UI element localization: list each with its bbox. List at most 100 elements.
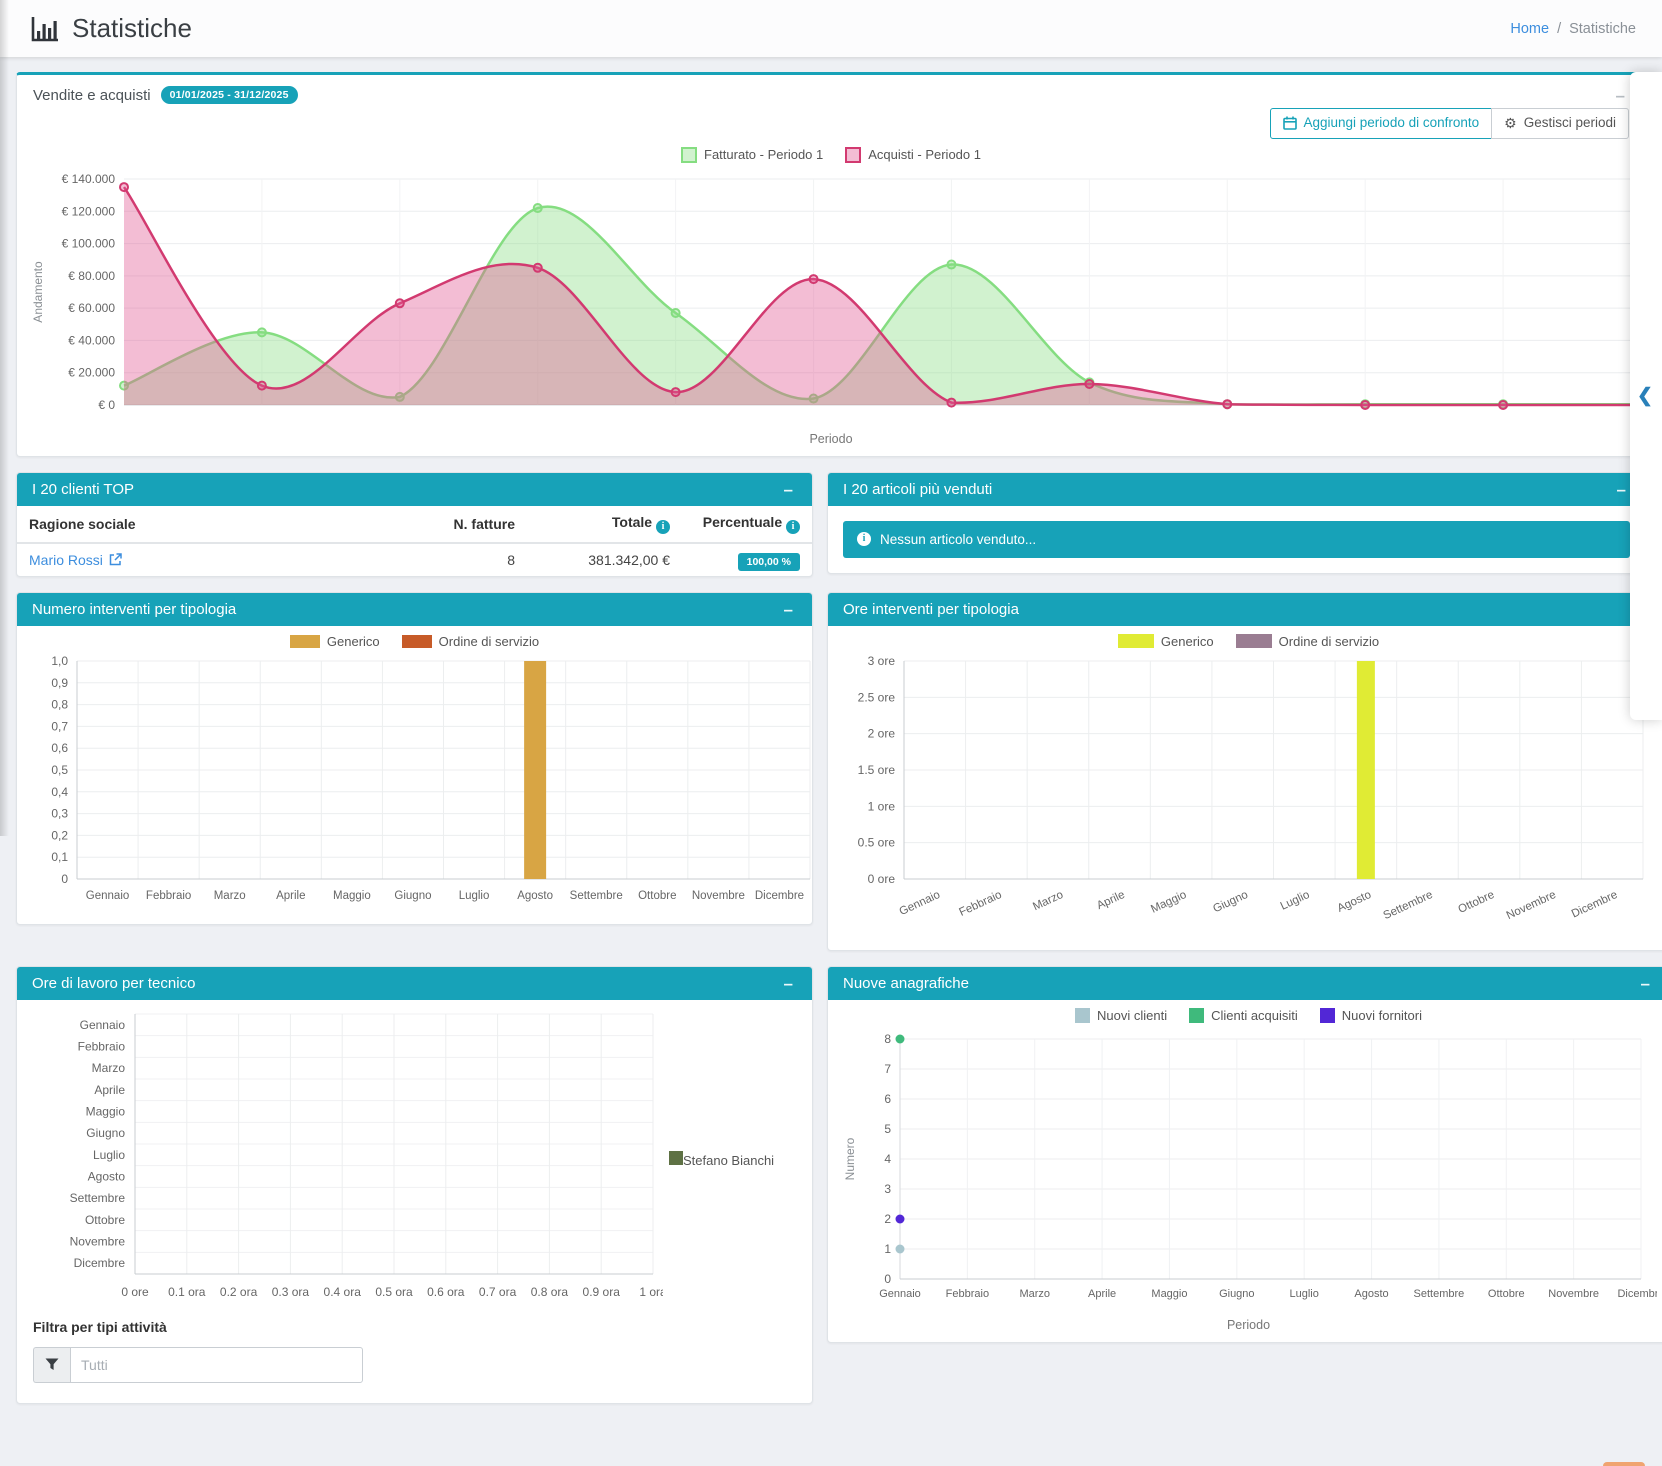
legend-item[interactable]: Generico bbox=[290, 634, 380, 649]
svg-text:3: 3 bbox=[884, 1182, 891, 1196]
manage-periods-label: Gestisci periodi bbox=[1524, 115, 1616, 131]
svg-text:0 ore: 0 ore bbox=[868, 872, 896, 886]
legend-item[interactable]: Stefano Bianchi bbox=[669, 1151, 774, 1168]
svg-text:1: 1 bbox=[884, 1242, 891, 1256]
svg-text:Aprile: Aprile bbox=[94, 1083, 125, 1097]
percentuale-info-icon[interactable]: i bbox=[786, 520, 800, 534]
tecnico-collapse-button[interactable]: – bbox=[780, 975, 797, 992]
filter-button[interactable] bbox=[33, 1347, 70, 1383]
legend-swatch bbox=[1236, 634, 1272, 648]
svg-text:Aprile: Aprile bbox=[1088, 1288, 1116, 1300]
svg-text:2.5 ore: 2.5 ore bbox=[858, 690, 896, 704]
svg-text:€ 80.000: € 80.000 bbox=[68, 269, 115, 283]
legend-label: Ordine di servizio bbox=[439, 634, 539, 649]
col-header-n-fatture: N. fatture bbox=[407, 506, 527, 543]
legend-swatch bbox=[681, 147, 697, 163]
anagrafiche-legend: Nuovi clienti Clienti acquisiti Nuovi forn… bbox=[828, 1000, 1662, 1027]
manage-periods-button[interactable]: ⚙ Gestisci periodi bbox=[1491, 108, 1629, 139]
vendite-collapse-button[interactable]: – bbox=[1612, 87, 1629, 104]
svg-text:Ottobre: Ottobre bbox=[638, 890, 676, 902]
panel-articoli-venduti: I 20 articoli più venduti – i Nessun art… bbox=[827, 472, 1646, 574]
legend-item[interactable]: Ordine di servizio bbox=[402, 634, 539, 649]
legend-item[interactable]: Ordine di servizio bbox=[1236, 634, 1379, 649]
activity-filter-input[interactable] bbox=[70, 1347, 363, 1383]
numero-interventi-panel-title: Numero interventi per tipologia bbox=[32, 601, 236, 618]
settings-drawer-collapsed: ❮ bbox=[1630, 72, 1662, 720]
svg-text:3 ore: 3 ore bbox=[868, 654, 896, 668]
svg-text:0: 0 bbox=[884, 1272, 891, 1286]
svg-text:Settembre: Settembre bbox=[570, 890, 623, 902]
scroll-top-button-partial[interactable] bbox=[1603, 1462, 1645, 1466]
legend-item[interactable]: Nuovi clienti bbox=[1075, 1008, 1167, 1023]
svg-text:Luglio: Luglio bbox=[1290, 1288, 1319, 1300]
svg-text:Maggio: Maggio bbox=[1149, 889, 1188, 916]
legend-item[interactable]: Acquisti - Periodo 1 bbox=[845, 147, 981, 163]
legend-swatch bbox=[669, 1151, 683, 1165]
ore-interventi-legend: Generico Ordine di servizio bbox=[828, 626, 1662, 653]
svg-text:Febbraio: Febbraio bbox=[957, 889, 1003, 919]
svg-text:1.5 ore: 1.5 ore bbox=[858, 763, 896, 777]
panel-clienti-top: I 20 clienti TOP – Ragione sociale N. fa… bbox=[16, 472, 813, 577]
svg-text:0,4: 0,4 bbox=[51, 785, 68, 799]
svg-text:7: 7 bbox=[884, 1062, 891, 1076]
totale-info-icon[interactable]: i bbox=[656, 520, 670, 534]
svg-text:Giugno: Giugno bbox=[86, 1126, 125, 1140]
svg-text:Aprile: Aprile bbox=[276, 890, 305, 902]
svg-text:Settembre: Settembre bbox=[1382, 889, 1435, 922]
svg-text:0,8: 0,8 bbox=[51, 697, 68, 711]
add-comparison-period-button[interactable]: Aggiungi periodo di confronto bbox=[1270, 108, 1493, 139]
cell-n-fatture: 8 bbox=[407, 543, 527, 576]
legend-item[interactable]: Generico bbox=[1118, 634, 1214, 649]
panel-vendite-acquisti: Vendite e acquisti 01/01/2025 - 31/12/20… bbox=[16, 72, 1646, 457]
svg-text:0.1 ora: 0.1 ora bbox=[168, 1285, 206, 1299]
svg-text:0,3: 0,3 bbox=[51, 806, 68, 820]
svg-text:€ 140.000: € 140.000 bbox=[62, 172, 116, 186]
numero-interventi-chart: 1,00,90,80,70,60,50,40,30,20,10GennaioFe… bbox=[17, 653, 812, 924]
numero-interventi-collapse-button[interactable]: – bbox=[780, 601, 797, 618]
legend-item[interactable]: Nuovi fornitori bbox=[1320, 1008, 1422, 1023]
articoli-collapse-button[interactable]: – bbox=[1613, 481, 1630, 498]
svg-text:Novembre: Novembre bbox=[70, 1234, 126, 1248]
svg-text:Dicembre: Dicembre bbox=[74, 1256, 126, 1270]
top-header-bar: Statistiche Home / Statistiche bbox=[0, 0, 1662, 57]
legend-label: Clienti acquisiti bbox=[1211, 1008, 1298, 1023]
client-link[interactable]: Mario Rossi bbox=[29, 552, 122, 568]
panel-nuove-anagrafiche: Nuove anagrafiche – Nuovi clientiClienti… bbox=[827, 966, 1662, 1343]
svg-text:Agosto: Agosto bbox=[1336, 889, 1374, 915]
legend-swatch bbox=[290, 635, 320, 648]
svg-text:0 ore: 0 ore bbox=[121, 1285, 149, 1299]
breadcrumb-home-link[interactable]: Home bbox=[1510, 21, 1549, 37]
svg-text:Gennaio: Gennaio bbox=[80, 1018, 126, 1032]
svg-text:Luglio: Luglio bbox=[93, 1148, 125, 1162]
legend-item[interactable]: Fatturato - Periodo 1 bbox=[681, 147, 823, 163]
legend-item[interactable]: Clienti acquisiti bbox=[1189, 1008, 1298, 1023]
articoli-panel-title: I 20 articoli più venduti bbox=[843, 481, 992, 498]
table-row: Mario Rossi 8 381.342,00 € bbox=[17, 543, 812, 576]
tecnico-legend: Stefano Bianchi bbox=[663, 1151, 806, 1168]
svg-text:0.9 ora: 0.9 ora bbox=[583, 1285, 621, 1299]
anagrafiche-xaxis-title: Periodo bbox=[828, 1314, 1662, 1342]
svg-text:0,5: 0,5 bbox=[51, 763, 68, 777]
chevron-left-icon[interactable]: ❮ bbox=[1637, 385, 1653, 408]
svg-text:Febbraio: Febbraio bbox=[78, 1039, 126, 1053]
svg-text:Luglio: Luglio bbox=[1279, 889, 1312, 913]
col-header-ragione-sociale: Ragione sociale bbox=[17, 506, 407, 543]
svg-text:Novembre: Novembre bbox=[1548, 1288, 1599, 1300]
svg-text:0.8 ora: 0.8 ora bbox=[531, 1285, 569, 1299]
anagrafiche-collapse-button[interactable]: – bbox=[1637, 975, 1654, 992]
panel-ore-interventi: Ore interventi per tipologia – GenericoO… bbox=[827, 592, 1662, 951]
date-range-badge: 01/01/2025 - 31/12/2025 bbox=[161, 86, 298, 104]
svg-text:0,1: 0,1 bbox=[51, 850, 68, 864]
filter-activity-label: Filtra per tipi attività bbox=[33, 1319, 796, 1335]
svg-text:Febbraio: Febbraio bbox=[946, 1288, 989, 1300]
funnel-icon bbox=[45, 1358, 59, 1371]
empty-articles-alert: i Nessun articolo venduto... bbox=[843, 521, 1630, 558]
svg-text:0.5 ora: 0.5 ora bbox=[375, 1285, 413, 1299]
svg-text:Novembre: Novembre bbox=[692, 890, 745, 902]
svg-text:Settembre: Settembre bbox=[1414, 1288, 1465, 1300]
clienti-collapse-button[interactable]: – bbox=[780, 481, 797, 498]
svg-text:€ 120.000: € 120.000 bbox=[62, 204, 116, 218]
ore-interventi-panel-title: Ore interventi per tipologia bbox=[843, 601, 1019, 618]
svg-text:0.3 ora: 0.3 ora bbox=[272, 1285, 310, 1299]
svg-text:Gennaio: Gennaio bbox=[898, 889, 942, 918]
